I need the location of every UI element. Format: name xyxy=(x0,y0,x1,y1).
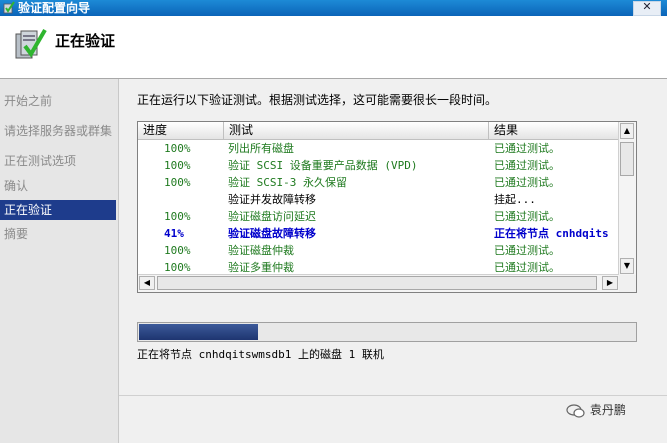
test-name-cell: 验证 SCSI-3 永久保留 xyxy=(228,176,347,189)
step-validating[interactable]: 正在验证 xyxy=(0,200,116,220)
list-header: 进度 测试 结果 xyxy=(138,122,619,140)
table-row[interactable]: 41% 验证磁盘故障转移 正在将节点 cnhdqits xyxy=(138,225,619,242)
close-icon: ✕ xyxy=(642,0,652,13)
test-name-cell: 验证并发故障转移 xyxy=(228,193,316,206)
footer-divider xyxy=(119,395,667,396)
table-row[interactable]: 100% 验证磁盘访问延迟 已通过测试。 xyxy=(138,208,619,225)
status-text: 正在将节点 cnhdqitswmsdb1 上的磁盘 1 联机 xyxy=(137,348,384,361)
watermark-text: 袁丹鹏 xyxy=(589,403,626,417)
table-row[interactable]: 100% 验证磁盘仲裁 已通过测试。 xyxy=(138,242,619,259)
table-row[interactable]: 100% 验证 SCSI 设备重要产品数据 (VPD) 已通过测试。 xyxy=(138,157,619,174)
vertical-scrollbar[interactable]: ▲ ▼ xyxy=(618,122,636,275)
progress-cell: 100% xyxy=(164,176,191,189)
main-content: 正在运行以下验证测试。根据测试选择，这可能需要很长一段时间。 进度 测试 结果 … xyxy=(119,79,667,443)
horizontal-scrollbar[interactable]: ◀ ▶ xyxy=(138,274,619,292)
column-header-test[interactable]: 测试 xyxy=(224,122,489,139)
progress-cell: 100% xyxy=(164,159,191,172)
scroll-up-icon[interactable]: ▲ xyxy=(620,123,634,139)
overall-progress-bar xyxy=(137,322,637,342)
progress-cell: 41% xyxy=(164,227,184,240)
step-summary[interactable]: 摘要 xyxy=(0,224,116,244)
vertical-scroll-thumb[interactable] xyxy=(620,142,634,176)
step-before-you-begin[interactable]: 开始之前 xyxy=(0,91,116,111)
progress-fill xyxy=(139,324,258,340)
validation-icon xyxy=(15,28,47,59)
result-cell: 已通过测试。 xyxy=(494,244,560,257)
result-cell: 正在将节点 cnhdqits xyxy=(494,227,609,240)
window-title: 验证配置向导 xyxy=(18,1,91,15)
title-bar: 验证配置向导 ✕ xyxy=(0,0,667,16)
scrollbar-corner xyxy=(619,275,636,292)
wizard-header: 正在验证 xyxy=(0,16,667,79)
test-name-cell: 验证磁盘访问延迟 xyxy=(228,210,316,223)
scroll-left-icon[interactable]: ◀ xyxy=(139,276,155,290)
column-header-progress[interactable]: 进度 xyxy=(138,122,224,139)
wizard-app-icon xyxy=(3,1,15,14)
table-row[interactable]: 验证并发故障转移 挂起... xyxy=(138,191,619,208)
page-title: 正在验证 xyxy=(55,32,116,50)
result-cell: 已通过测试。 xyxy=(494,176,560,189)
step-select-servers[interactable]: 请选择服务器或群集 xyxy=(0,121,116,141)
table-row[interactable]: 100% 列出所有磁盘 已通过测试。 xyxy=(138,140,619,157)
wizard-steps-sidebar: 开始之前 请选择服务器或群集 正在测试选项 确认 正在验证 摘要 xyxy=(0,79,119,443)
test-name-cell: 列出所有磁盘 xyxy=(228,142,294,155)
wechat-icon xyxy=(566,403,585,418)
scroll-down-icon[interactable]: ▼ xyxy=(620,258,634,274)
step-confirmation[interactable]: 确认 xyxy=(0,176,116,196)
test-list-view[interactable]: 进度 测试 结果 100% 列出所有磁盘 已通过测试。 100% 验证 SCSI 设备重… xyxy=(137,121,637,293)
description-text: 正在运行以下验证测试。根据测试选择，这可能需要很长一段时间。 xyxy=(137,93,498,107)
result-cell: 已通过测试。 xyxy=(494,142,560,155)
table-row[interactable]: 100% 验证 SCSI-3 永久保留 已通过测试。 xyxy=(138,174,619,191)
progress-cell: 100% xyxy=(164,244,191,257)
progress-cell: 100% xyxy=(164,210,191,223)
result-cell: 已通过测试。 xyxy=(494,159,560,172)
test-name-cell: 验证磁盘故障转移 xyxy=(228,227,316,240)
test-name-cell: 验证磁盘仲裁 xyxy=(228,244,294,257)
result-cell: 挂起... xyxy=(494,193,536,206)
watermark: 袁丹鹏 xyxy=(566,401,626,418)
result-cell: 已通过测试。 xyxy=(494,210,560,223)
close-button[interactable]: ✕ xyxy=(633,0,661,16)
step-testing-options[interactable]: 正在测试选项 xyxy=(0,151,116,171)
scroll-right-icon[interactable]: ▶ xyxy=(602,276,618,290)
horizontal-scroll-thumb[interactable] xyxy=(157,276,597,290)
test-name-cell: 验证 SCSI 设备重要产品数据 (VPD) xyxy=(228,159,418,172)
column-header-result[interactable]: 结果 xyxy=(489,122,619,139)
progress-cell: 100% xyxy=(164,142,191,155)
